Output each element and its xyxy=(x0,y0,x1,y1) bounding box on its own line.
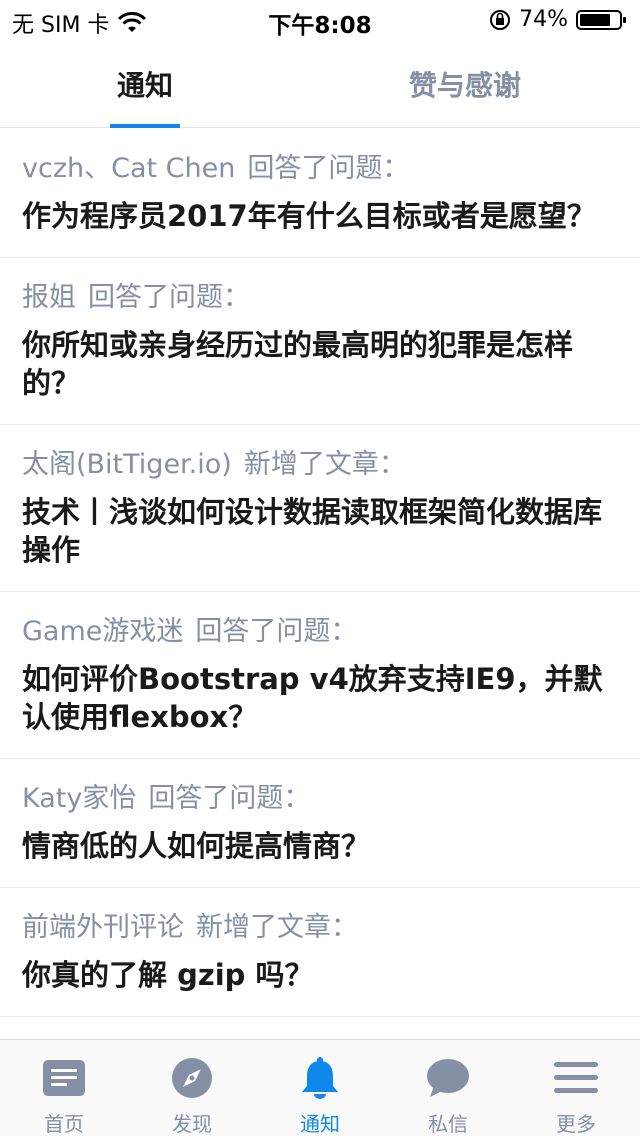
tab-likes-and-thanks[interactable]: 赞与感谢 xyxy=(375,40,555,128)
bottom-tab-bar: 首页 发现 通知 私信 更多 xyxy=(0,1039,640,1136)
item-title[interactable]: 作为程序员2017年有什么目标或者是愿望？ xyxy=(22,197,618,235)
item-meta: 前端外刊评论 新增了文章： xyxy=(22,908,618,948)
list-item[interactable]: vczh、Cat Chen 回答了问题： 作为程序员2017年有什么目标或者是愿望… xyxy=(0,129,640,258)
list-item[interactable]: 报姐 回答了问题： 你所知或亲身经历过的最高明的犯罪是怎样的？ xyxy=(0,258,640,425)
home-feed-icon xyxy=(40,1056,88,1100)
tab-notifications[interactable]: 通知 xyxy=(55,40,235,128)
action-text: 新增了文章： xyxy=(243,449,406,480)
list-item[interactable]: Game游戏迷 回答了问题： 如何评价Bootstrap v4放弃支持IE9，并默… xyxy=(0,592,640,759)
bottom-tab-label: 更多 xyxy=(556,1112,596,1136)
action-text: 回答了问题： xyxy=(247,153,410,184)
item-meta: 报姐 回答了问题： xyxy=(22,278,618,318)
bottom-tab-label: 发现 xyxy=(172,1112,212,1136)
top-tabs: 通知 赞与感谢 xyxy=(0,40,640,128)
bottom-tab-label: 私信 xyxy=(428,1112,468,1136)
bottom-tab-label: 通知 xyxy=(300,1112,340,1136)
list-item[interactable]: Katy家怡 回答了问题： 情商低的人如何提高情商？ xyxy=(0,759,640,888)
item-title[interactable]: 你真的了解 gzip 吗？ xyxy=(22,956,618,994)
item-title[interactable]: 如何评价Bootstrap v4放弃支持IE9，并默认使用flexbox？ xyxy=(22,660,618,736)
bottom-tab-label: 首页 xyxy=(44,1112,84,1136)
battery-percent: 74% xyxy=(519,7,568,32)
actor-name[interactable]: Game游戏迷 xyxy=(22,616,183,647)
actor-name[interactable]: 报姐 xyxy=(22,282,76,313)
item-meta: Game游戏迷 回答了问题： xyxy=(22,612,618,652)
rotation-lock-icon xyxy=(489,9,511,31)
item-title[interactable]: 你所知或亲身经历过的最高明的犯罪是怎样的？ xyxy=(22,326,618,402)
action-text: 回答了问题： xyxy=(148,783,311,814)
item-meta: Katy家怡 回答了问题： xyxy=(22,779,618,819)
item-title[interactable]: 技术丨浅谈如何设计数据读取框架简化数据库操作 xyxy=(22,493,618,569)
active-tab-indicator xyxy=(110,124,180,128)
list-item[interactable]: 前端外刊评论 新增了文章： 你真的了解 gzip 吗？ xyxy=(0,888,640,1017)
bottom-tab-home[interactable]: 首页 xyxy=(0,1040,128,1136)
item-title[interactable]: 情商低的人如何提高情商？ xyxy=(22,827,618,865)
bottom-tab-notifications[interactable]: 通知 xyxy=(256,1040,384,1136)
action-text: 新增了文章： xyxy=(196,912,358,943)
status-right: 74% xyxy=(489,7,628,32)
item-meta: vczh、Cat Chen 回答了问题： xyxy=(22,149,618,189)
bottom-tab-more[interactable]: 更多 xyxy=(512,1040,640,1136)
compass-icon xyxy=(168,1056,216,1100)
notifications-screen: 无 SIM 卡 下午8:08 74% 通知 赞与感谢 vczh、Cat Chen… xyxy=(0,0,640,1136)
action-text: 回答了问题： xyxy=(195,616,358,647)
actor-name[interactable]: 太阁(BitTiger.io) xyxy=(22,449,232,480)
actor-name[interactable]: vczh、Cat Chen xyxy=(22,153,235,184)
status-bar: 无 SIM 卡 下午8:08 74% xyxy=(0,0,640,40)
bottom-tab-messages[interactable]: 私信 xyxy=(384,1040,512,1136)
actor-name[interactable]: Katy家怡 xyxy=(22,783,136,814)
chat-bubble-icon xyxy=(424,1056,472,1100)
list-item[interactable]: 太阁(BitTiger.io) 新增了文章： 技术丨浅谈如何设计数据读取框架简化数… xyxy=(0,425,640,592)
notification-feed[interactable]: vczh、Cat Chen 回答了问题： 作为程序员2017年有什么目标或者是愿望… xyxy=(0,129,640,1039)
action-text: 回答了问题： xyxy=(88,282,250,313)
bell-icon xyxy=(296,1056,344,1100)
item-meta: 太阁(BitTiger.io) 新增了文章： xyxy=(22,445,618,485)
actor-name[interactable]: 前端外刊评论 xyxy=(22,912,184,943)
bottom-tab-discover[interactable]: 发现 xyxy=(128,1040,256,1136)
menu-icon xyxy=(552,1056,600,1100)
battery-icon xyxy=(576,9,628,31)
